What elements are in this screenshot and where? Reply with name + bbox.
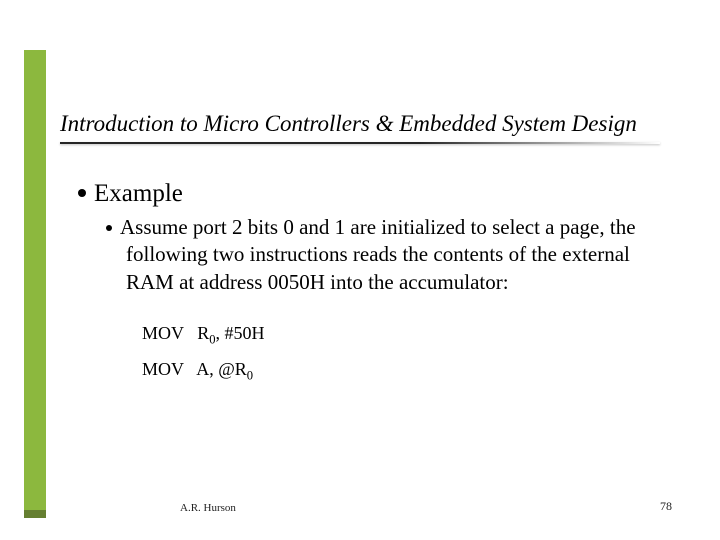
accent-notch	[24, 510, 46, 518]
footer-page-number: 78	[660, 499, 672, 514]
footer-author: A.R. Hurson	[180, 502, 236, 514]
content-area: Example Assume port 2 bits 0 and 1 are i…	[78, 180, 670, 389]
code-arg: , #50H	[216, 323, 265, 343]
code-arg: R	[197, 323, 209, 343]
code-line-1: MOV R0, #50H	[142, 316, 670, 353]
code-block: MOV R0, #50H MOV A, @R0	[142, 316, 670, 389]
code-line-2: MOV A, @R0	[142, 352, 670, 389]
slide: Introduction to Micro Controllers & Embe…	[0, 0, 720, 540]
bullet-level2: Assume port 2 bits 0 and 1 are initializ…	[106, 214, 670, 296]
bullet-icon	[78, 189, 86, 197]
code-sub: 0	[247, 369, 253, 383]
code-op: MOV	[142, 323, 184, 343]
bullet-level1-text: Example	[94, 180, 183, 207]
bullet-level1: Example	[78, 180, 670, 208]
code-arg: A, @R	[196, 359, 247, 379]
title-underline	[60, 142, 660, 144]
bullet-level2-text: Assume port 2 bits 0 and 1 are initializ…	[120, 215, 636, 294]
code-op: MOV	[142, 359, 184, 379]
accent-bar	[24, 50, 46, 510]
slide-title: Introduction to Micro Controllers & Embe…	[60, 110, 680, 138]
bullet-icon	[106, 225, 112, 231]
